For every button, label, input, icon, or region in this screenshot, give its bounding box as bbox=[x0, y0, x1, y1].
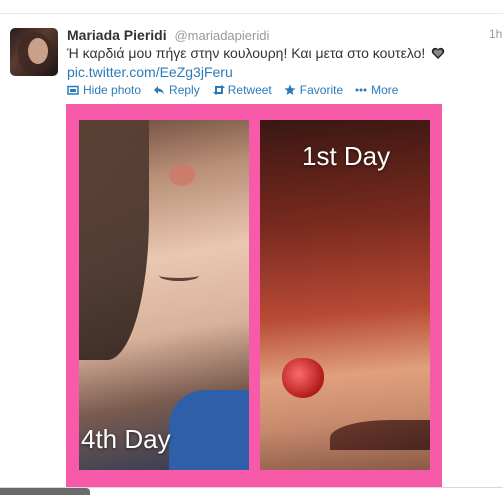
photo-hair bbox=[79, 120, 149, 360]
author-name-text[interactable]: Mariada Pieridi bbox=[67, 27, 167, 43]
tweet-text-content: Ή καρδιά μου πήγε στην κουλουρη! Και μετ… bbox=[67, 45, 426, 61]
reply-icon bbox=[153, 84, 165, 96]
more-label: More bbox=[371, 83, 399, 97]
retweet-icon bbox=[212, 84, 225, 96]
reply-button[interactable]: Reply bbox=[153, 83, 200, 97]
tweet-text: Ή καρδιά μου πήγε στην κουλουρη! Και μετ… bbox=[67, 45, 445, 63]
timestamp[interactable]: 1h bbox=[489, 27, 503, 41]
media-link[interactable]: pic.twitter.com/EeZg3jFeru bbox=[67, 64, 233, 80]
photo-eye bbox=[159, 270, 199, 281]
hide-photo-button[interactable]: Hide photo bbox=[67, 83, 141, 97]
horizontal-scrollbar[interactable] bbox=[0, 488, 90, 495]
hide-photo-label: Hide photo bbox=[83, 83, 142, 97]
author-handle[interactable]: @mariadapieridi bbox=[174, 28, 269, 43]
retweet-button[interactable]: Retweet bbox=[212, 83, 272, 97]
heart-icon bbox=[431, 47, 445, 63]
favorite-button[interactable]: Favorite bbox=[284, 83, 343, 97]
photo-brow bbox=[330, 420, 430, 450]
retweet-label: Retweet bbox=[227, 83, 272, 97]
avatar[interactable] bbox=[10, 28, 58, 76]
photo-shirt bbox=[169, 390, 249, 470]
photo-heart-mark bbox=[169, 164, 195, 186]
star-icon bbox=[284, 84, 296, 96]
photo-heart-wound bbox=[282, 358, 324, 398]
more-dots-icon bbox=[355, 84, 367, 96]
reply-label: Reply bbox=[169, 83, 200, 97]
caption-1st-day: 1st Day bbox=[302, 141, 391, 171]
photo-icon bbox=[67, 84, 79, 96]
photo-4th-day[interactable] bbox=[79, 120, 249, 470]
tweet-actions: Hide photo Reply Retweet Favorite More bbox=[67, 83, 398, 97]
caption-4th-day: 4th Day bbox=[81, 424, 171, 454]
avatar-face bbox=[28, 38, 48, 64]
author-name[interactable]: Mariada Pieridi @mariadapieridi bbox=[67, 27, 269, 43]
top-divider bbox=[0, 0, 503, 14]
more-button[interactable]: More bbox=[355, 83, 398, 97]
photo-1st-day[interactable] bbox=[260, 120, 430, 470]
favorite-label: Favorite bbox=[299, 83, 344, 97]
